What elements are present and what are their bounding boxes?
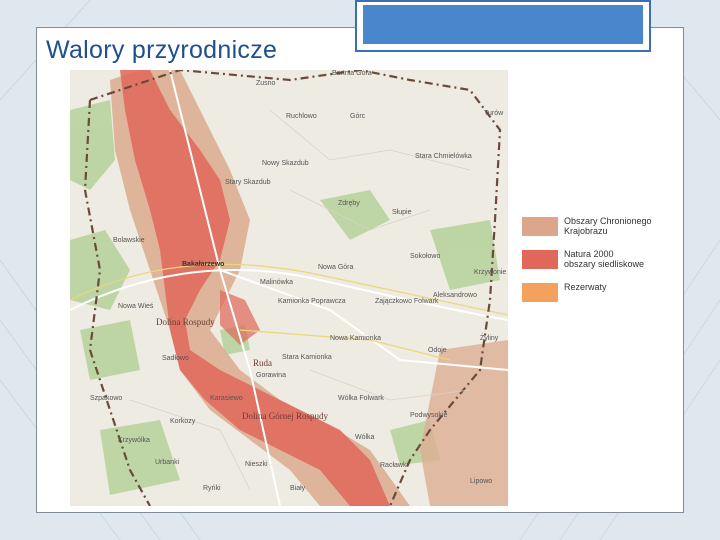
map-image: Bartnia Góra Zusno Turów Ruchlowo Górc N… — [70, 70, 508, 506]
legend-label-natura2000: Natura 2000 obszary siedliskowe — [564, 249, 645, 269]
legend-swatch-natura2000 — [522, 250, 558, 269]
label-rynki: Ryńki — [203, 485, 221, 492]
label-dolina-gornej: Dolina Górnej Rospudy — [242, 411, 328, 421]
label-bialy: Biały — [290, 485, 306, 492]
label-raclawki: Racławki — [380, 462, 408, 469]
label-ruda: Ruda — [253, 358, 272, 368]
label-szpakowo: Szpakowo — [90, 395, 122, 402]
legend-swatch-rezerwaty — [522, 283, 558, 302]
label-stary-skazdub: Stary Skazdub — [225, 179, 271, 186]
label-sokolowo: Sokołowo — [410, 253, 440, 260]
label-dolina-rospudy: Dolina Rospudy — [156, 317, 215, 327]
legend-item-natura2000: Natura 2000 obszary siedliskowe — [522, 249, 672, 271]
title-accent-tab — [355, 0, 651, 52]
label-bakalarzewo: Bakałarzewo — [182, 261, 224, 268]
label-nowa-wies: Nowa Wieś — [118, 303, 154, 310]
label-odoje: Odoje — [428, 347, 447, 354]
legend-item-rezerwaty: Rezerwaty — [522, 282, 672, 304]
label-slupie: Słupie — [392, 209, 412, 216]
label-aleksandrowo: Aleksandrowo — [433, 292, 477, 299]
label-krzywonie: Krzywonie — [474, 269, 506, 276]
label-nieszki: Nieszki — [245, 461, 268, 468]
label-urbanki: Urbanki — [155, 459, 180, 466]
label-ruchlowo: Ruchlowo — [286, 113, 317, 120]
map-legend: Obszary Chronionego Krajobrazu Natura 20… — [522, 216, 672, 315]
label-wolka-folwark: Wólka Folwark — [338, 395, 384, 402]
label-gorc: Górc — [350, 113, 366, 120]
label-korkozy: Korkozy — [170, 418, 196, 425]
legend-label-ochk: Obszary Chronionego Krajobrazu — [564, 216, 652, 236]
label-stara-chmielowka: Stara Chmielówka — [415, 153, 472, 160]
legend-label-rezerwaty: Rezerwaty — [564, 282, 607, 292]
label-lipowo: Lipowo — [470, 478, 492, 485]
label-wolka: Wólka — [355, 434, 375, 441]
slide-title: Walory przyrodnicze — [46, 36, 278, 64]
label-zdreby: Zdręby — [338, 200, 360, 207]
label-gorawina: Gorawina — [256, 372, 286, 379]
label-bolawskie: Bolawskie — [113, 237, 145, 244]
label-sadlowo: Sadłowo — [162, 355, 189, 362]
label-malinowka: Malinówka — [260, 279, 293, 286]
legend-item-ochk: Obszary Chronionego Krajobrazu — [522, 216, 672, 238]
label-kamionka-poprawka: Kamionka Poprawcza — [278, 298, 346, 305]
legend-swatch-ochk — [522, 217, 558, 236]
label-nowa-kamionka: Nowa Kamionka — [330, 335, 381, 342]
label-bartnia: Bartnia Góra — [332, 70, 372, 77]
title-accent-fill — [363, 5, 643, 44]
label-karasiewo: Karasiewo — [210, 395, 243, 402]
label-zusno: Zusno — [256, 80, 276, 87]
label-stara-kamionka: Stara Kamionka — [282, 354, 332, 361]
label-podwysokie: Podwysokie — [410, 412, 447, 419]
label-krzywolka: Krzywólka — [118, 437, 150, 444]
label-zajaczkowo: Zajączkowo Folwark — [375, 298, 439, 305]
label-nowy-skazdub: Nowy Skazdub — [262, 160, 309, 167]
label-nowa-gora: Nowa Góra — [318, 264, 354, 271]
label-zyliny: Żyliny — [480, 333, 499, 342]
label-turow: Turów — [484, 110, 504, 117]
